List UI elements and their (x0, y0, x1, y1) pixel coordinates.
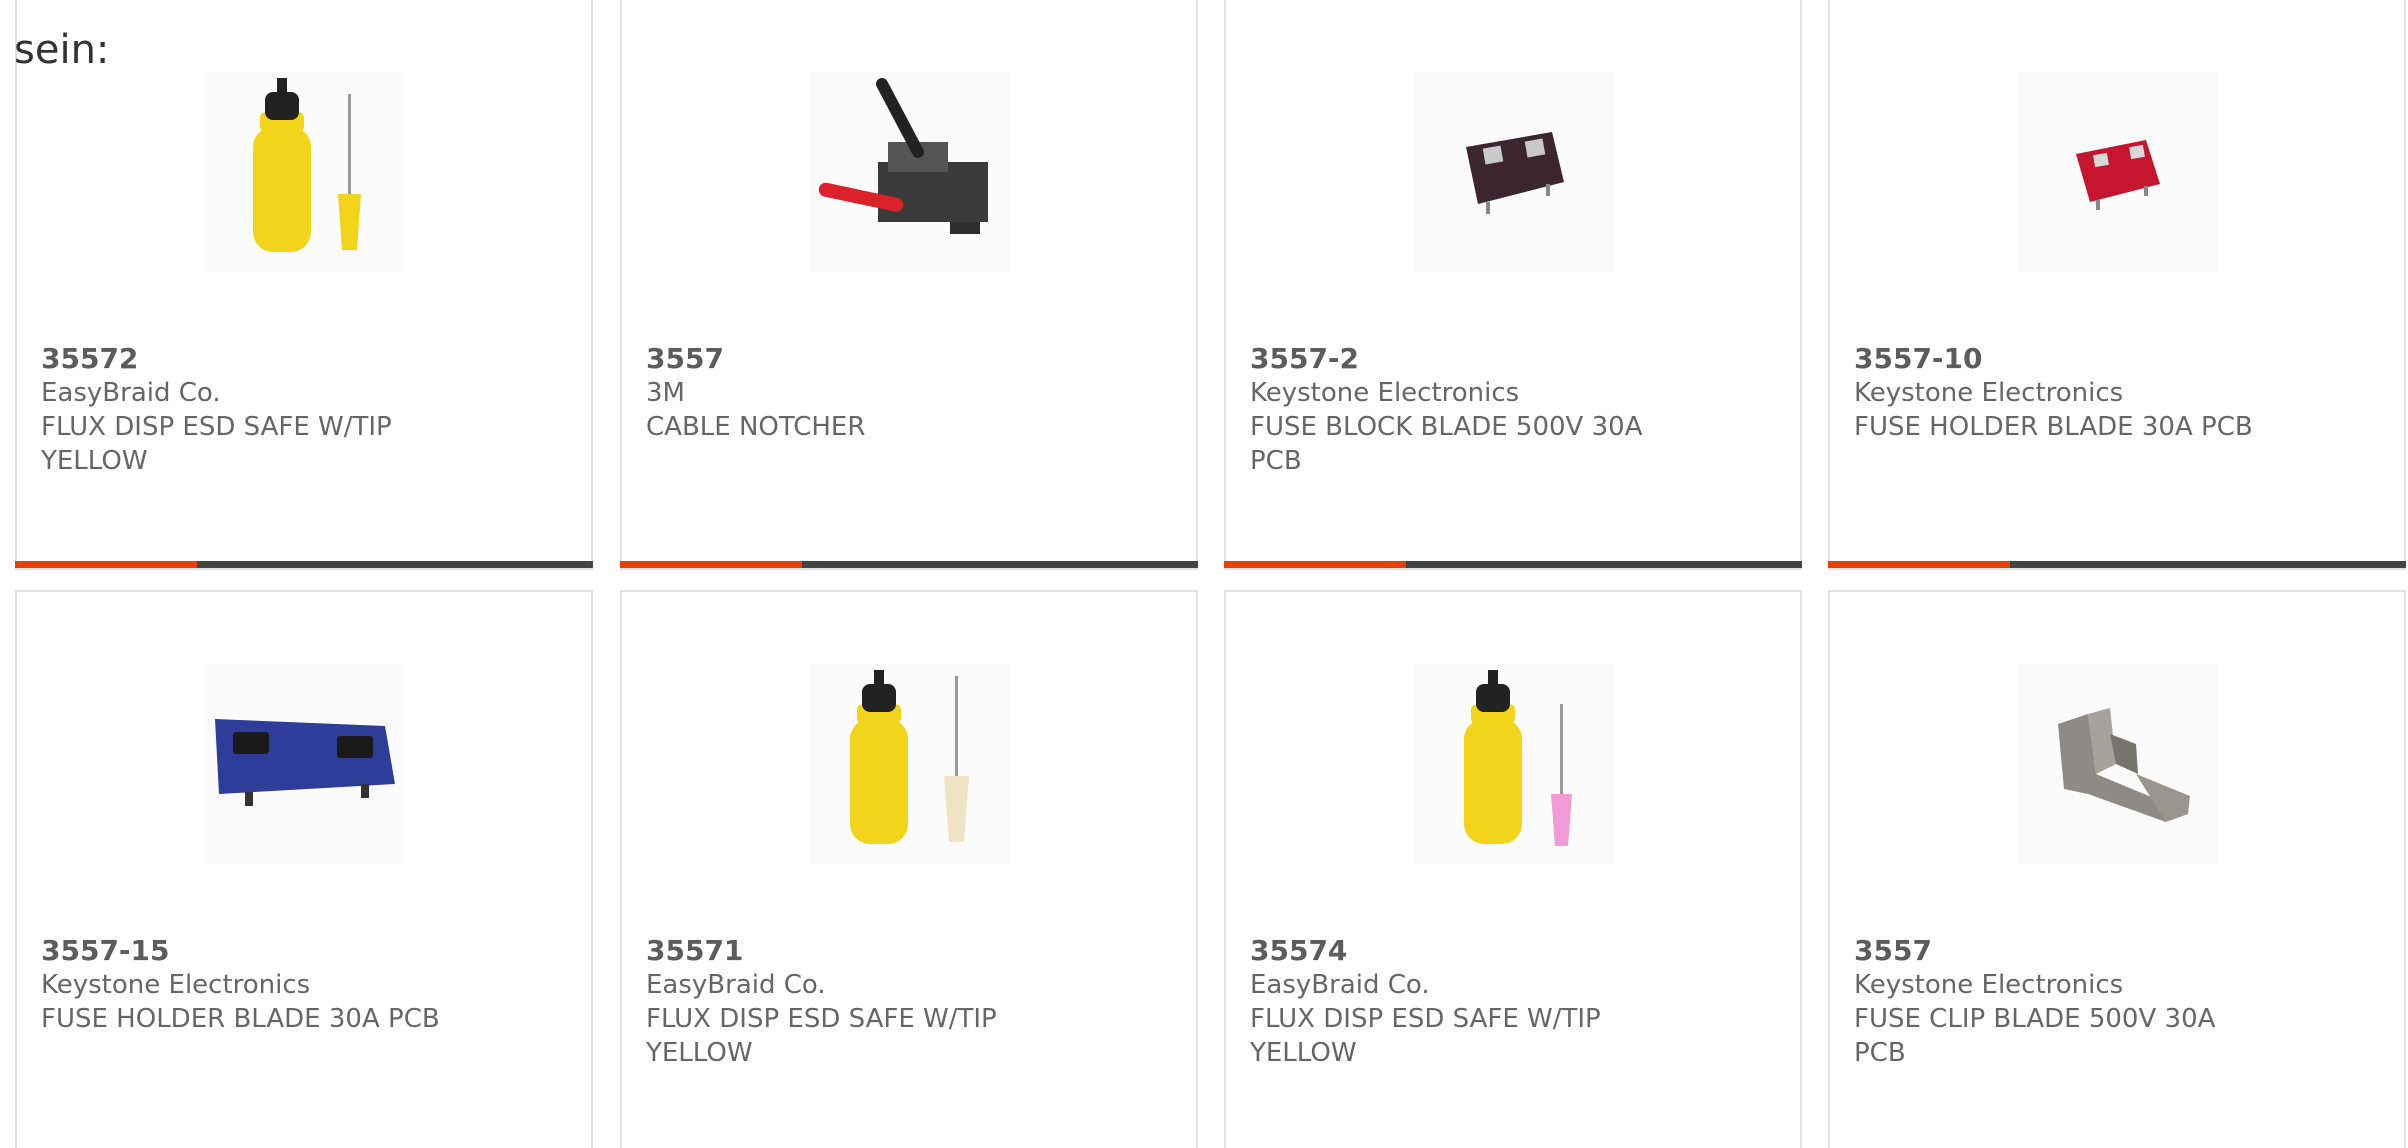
product-card[interactable]: 3557 3M CABLE NOTCHER (620, 0, 1198, 570)
part-number-link[interactable]: 3557-2 (1250, 342, 1670, 376)
manufacturer: EasyBraid Co. (41, 378, 221, 408)
description: FLUX DISP ESD SAFE W/TIP YELLOW (41, 412, 392, 476)
card-progress-fill (1224, 561, 1407, 568)
card-progress-bar (15, 561, 593, 568)
manufacturer: Keystone Electronics (1854, 970, 2124, 1000)
blue-fuse-holder-icon (205, 664, 405, 864)
product-info: 3557-2 Keystone Electronics FUSE BLOCK B… (1250, 342, 1670, 478)
part-number-link[interactable]: 35572 (41, 342, 461, 376)
manufacturer: EasyBraid Co. (646, 970, 826, 1000)
product-info: 3557 Keystone Electronics FUSE CLIP BLAD… (1854, 934, 2274, 1070)
brown-fuse-block-icon (1414, 72, 1614, 272)
product-card[interactable]: 35574 EasyBraid Co. FLUX DISP ESD SAFE W… (1224, 590, 1802, 1148)
manufacturer: EasyBraid Co. (1250, 970, 1430, 1000)
yellow-flux-bottle-pink-tip-icon (1414, 664, 1614, 864)
red-fuse-holder-icon (2018, 72, 2218, 272)
product-card[interactable]: 3557-2 Keystone Electronics FUSE BLOCK B… (1224, 0, 1802, 570)
description: FUSE HOLDER BLADE 30A PCB (1854, 412, 2253, 442)
manufacturer: Keystone Electronics (41, 970, 311, 1000)
product-grid: 35572 EasyBraid Co. FLUX DISP ESD SAFE W… (15, 0, 2408, 1148)
part-number-link[interactable]: 3557 (646, 342, 1066, 376)
card-progress-bar (1224, 561, 1802, 568)
card-progress-fill (620, 561, 803, 568)
part-number-link[interactable]: 3557-10 (1854, 342, 2274, 376)
part-number-link[interactable]: 35571 (646, 934, 1066, 968)
product-info: 35572 EasyBraid Co. FLUX DISP ESD SAFE W… (41, 342, 461, 478)
product-info: 3557 3M CABLE NOTCHER (646, 342, 1066, 444)
manufacturer: Keystone Electronics (1250, 378, 1520, 408)
description: CABLE NOTCHER (646, 412, 866, 442)
product-card[interactable]: 3557 Keystone Electronics FUSE CLIP BLAD… (1828, 590, 2406, 1148)
yellow-flux-bottle-clear-tip-icon (810, 664, 1010, 864)
product-info: 3557-10 Keystone Electronics FUSE HOLDER… (1854, 342, 2274, 444)
product-info: 35574 EasyBraid Co. FLUX DISP ESD SAFE W… (1250, 934, 1670, 1070)
description: FUSE BLOCK BLADE 500V 30A PCB (1250, 412, 1643, 476)
product-info: 35571 EasyBraid Co. FLUX DISP ESD SAFE W… (646, 934, 1066, 1070)
part-number-link[interactable]: 35574 (1250, 934, 1670, 968)
product-results-page: sein: 35572 EasyBraid Co. FLUX DISP ESD … (0, 0, 2408, 1148)
metal-fuse-clip-icon (2018, 664, 2218, 864)
product-info: 3557-15 Keystone Electronics FUSE HOLDER… (41, 934, 461, 1036)
card-progress-bar (620, 561, 1198, 568)
product-card[interactable]: 3557-15 Keystone Electronics FUSE HOLDER… (15, 590, 593, 1148)
manufacturer: 3M (646, 378, 685, 408)
card-progress-fill (1828, 561, 2011, 568)
yellow-flux-bottle-needle-icon (205, 72, 405, 272)
product-card[interactable]: 3557-10 Keystone Electronics FUSE HOLDER… (1828, 0, 2406, 570)
description: FUSE CLIP BLADE 500V 30A PCB (1854, 1004, 2216, 1068)
product-card[interactable]: 35572 EasyBraid Co. FLUX DISP ESD SAFE W… (15, 0, 593, 570)
cable-notcher-tool-icon (810, 72, 1010, 272)
description: FLUX DISP ESD SAFE W/TIP YELLOW (1250, 1004, 1601, 1068)
description: FUSE HOLDER BLADE 30A PCB (41, 1004, 440, 1034)
description: FLUX DISP ESD SAFE W/TIP YELLOW (646, 1004, 997, 1068)
card-progress-fill (15, 561, 198, 568)
lead-text: sein: (14, 27, 110, 73)
part-number-link[interactable]: 3557 (1854, 934, 2274, 968)
product-card[interactable]: 35571 EasyBraid Co. FLUX DISP ESD SAFE W… (620, 590, 1198, 1148)
card-progress-bar (1828, 561, 2406, 568)
manufacturer: Keystone Electronics (1854, 378, 2124, 408)
part-number-link[interactable]: 3557-15 (41, 934, 461, 968)
